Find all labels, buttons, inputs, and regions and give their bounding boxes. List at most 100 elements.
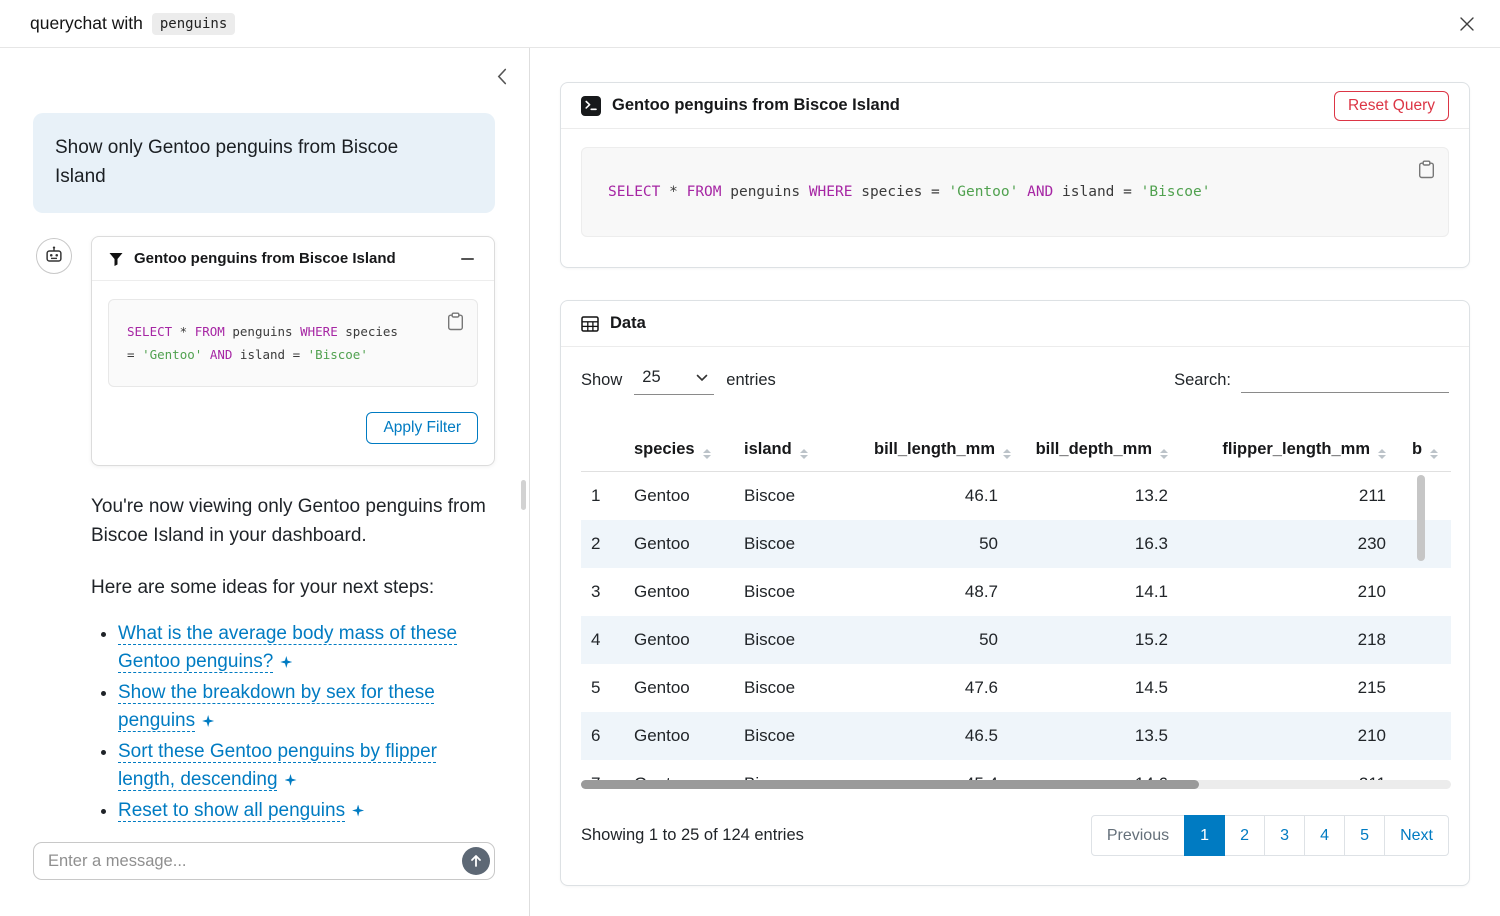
copy-sql-button[interactable]: [1378, 157, 1438, 182]
sql-query-text: SELECT * FROM penguins WHERE species = '…: [608, 184, 1210, 200]
copy-sql-button[interactable]: [444, 309, 467, 334]
sql-panel: SELECT * FROM penguins WHERE species = '…: [581, 147, 1449, 237]
clipboard-icon: [1418, 160, 1435, 179]
suggestion-item: Show the breakdown by sex for these peng…: [118, 679, 487, 736]
entries-select[interactable]: 25: [634, 365, 714, 395]
table-info: Showing 1 to 25 of 124 entries: [581, 826, 804, 845]
chevron-down-icon: [696, 374, 708, 382]
entries-select-value: 25: [642, 368, 660, 387]
user-message-text: Show only Gentoo penguins from Biscoe Is…: [55, 134, 440, 192]
minus-icon: [461, 258, 474, 261]
panel-resize-handle[interactable]: [521, 480, 526, 510]
table-row: 6GentooBiscoe46.513.5210: [581, 712, 1451, 760]
table-icon: [581, 315, 599, 333]
search-control: Search:: [1174, 367, 1449, 393]
suggestion-link[interactable]: What is the average body mass of these G…: [118, 623, 457, 673]
sparkle-icon: [202, 715, 214, 727]
horizontal-scrollbar[interactable]: [581, 780, 1451, 789]
message-composer: [33, 842, 495, 880]
sparkle-icon: [285, 774, 297, 786]
terminal-icon: [581, 96, 601, 116]
dataset-name-chip: penguins: [152, 13, 235, 35]
pagination-page-1[interactable]: 1: [1184, 815, 1225, 856]
sort-icon: [800, 449, 808, 459]
pagination-page-5[interactable]: 5: [1344, 815, 1385, 856]
collapse-card-button[interactable]: [457, 253, 478, 265]
assistant-message: You're now viewing only Gentoo penguins …: [91, 493, 487, 827]
search-input[interactable]: [1241, 367, 1449, 393]
close-icon: [1458, 15, 1476, 33]
sparkle-icon: [352, 805, 364, 817]
table-row: 1GentooBiscoe46.113.2211: [581, 472, 1451, 521]
search-label: Search:: [1174, 371, 1231, 390]
show-label: Show: [581, 371, 622, 390]
title-text: querychat with: [30, 13, 143, 34]
pagination: Previous12345Next: [1091, 815, 1449, 856]
col-header-flipper_length_mm[interactable]: flipper_length_mm: [1181, 427, 1399, 472]
table-row: 2GentooBiscoe5016.3230: [581, 520, 1451, 568]
filter-card-actions: Apply Filter: [92, 387, 494, 465]
pagination-previous[interactable]: Previous: [1091, 815, 1185, 856]
data-card-title: Data: [610, 314, 646, 333]
clipboard-icon: [447, 312, 464, 331]
data-card: Data Show 25 entries Search:: [560, 300, 1470, 886]
table-row: 4GentooBiscoe5015.2218: [581, 616, 1451, 664]
scrollbar-thumb[interactable]: [581, 780, 1199, 789]
collapse-sidebar-button[interactable]: [493, 64, 511, 89]
table-header-row: speciesislandbill_length_mmbill_depth_mm…: [581, 427, 1451, 472]
filter-card-title: Gentoo penguins from Biscoe Island: [134, 250, 447, 267]
sort-icon: [1160, 449, 1168, 459]
assistant-paragraph: You're now viewing only Gentoo penguins …: [91, 493, 487, 550]
table-footer: Showing 1 to 25 of 124 entries Previous1…: [581, 815, 1449, 856]
filter-card-header: Gentoo penguins from Biscoe Island: [92, 237, 494, 281]
sql-code-block: SELECT * FROM penguins WHERE species= 'G…: [108, 299, 478, 387]
col-header-island[interactable]: island: [731, 427, 861, 472]
filter-card: Gentoo penguins from Biscoe Island SELEC…: [91, 236, 495, 466]
entries-label: entries: [726, 371, 776, 390]
send-button[interactable]: [462, 847, 490, 875]
pagination-page-3[interactable]: 3: [1264, 815, 1305, 856]
message-input[interactable]: [33, 842, 495, 880]
user-message-bubble: Show only Gentoo penguins from Biscoe Is…: [33, 113, 495, 213]
arrow-up-icon: [469, 854, 483, 868]
page-title: querychat with penguins: [30, 13, 235, 35]
col-header-index: [581, 427, 621, 472]
suggestion-link[interactable]: Show the breakdown by sex for these peng…: [118, 682, 435, 732]
query-card: Gentoo penguins from Biscoe Island Reset…: [560, 82, 1470, 268]
suggestion-link[interactable]: Sort these Gentoo penguins by flipper le…: [118, 741, 437, 791]
sql-code-text: SELECT * FROM penguins WHERE species= 'G…: [127, 320, 459, 366]
suggestion-item: Sort these Gentoo penguins by flipper le…: [118, 738, 487, 795]
sort-icon: [1378, 449, 1386, 459]
apply-filter-button[interactable]: Apply Filter: [366, 412, 478, 444]
data-card-body: Show 25 entries Search: speciesis: [561, 347, 1469, 856]
pagination-next[interactable]: Next: [1384, 815, 1449, 856]
filter-icon: [108, 251, 124, 267]
data-card-header: Data: [561, 301, 1469, 347]
sparkle-icon: [280, 656, 292, 668]
sort-icon: [703, 449, 711, 459]
col-header-b[interactable]: b: [1399, 427, 1451, 472]
page-length-control: Show 25 entries: [581, 365, 776, 395]
robot-icon: [43, 245, 65, 267]
query-card-header: Gentoo penguins from Biscoe Island Reset…: [561, 83, 1469, 129]
pagination-page-4[interactable]: 4: [1304, 815, 1345, 856]
close-button[interactable]: [1452, 9, 1482, 39]
vertical-scrollbar[interactable]: [1417, 475, 1425, 561]
suggestion-link[interactable]: Reset to show all penguins: [118, 800, 364, 821]
dashboard-panel: Gentoo penguins from Biscoe Island Reset…: [531, 48, 1500, 916]
table-row: 5GentooBiscoe47.614.5215: [581, 664, 1451, 712]
app-window: querychat with penguins Show only Gentoo…: [0, 0, 1500, 916]
table-row: 3GentooBiscoe48.714.1210: [581, 568, 1451, 616]
pagination-page-2[interactable]: 2: [1224, 815, 1265, 856]
chevron-left-icon: [497, 68, 507, 85]
col-header-species[interactable]: species: [621, 427, 731, 472]
data-table: speciesislandbill_length_mmbill_depth_mm…: [581, 427, 1451, 793]
suggestion-item: What is the average body mass of these G…: [118, 620, 487, 677]
assistant-avatar: [36, 238, 72, 274]
reset-query-button[interactable]: Reset Query: [1334, 91, 1449, 121]
suggestion-item: Reset to show all penguins: [118, 797, 487, 826]
table-viewport: speciesislandbill_length_mmbill_depth_mm…: [581, 427, 1451, 793]
query-card-title: Gentoo penguins from Biscoe Island: [612, 96, 900, 115]
col-header-bill_depth_mm[interactable]: bill_depth_mm: [1011, 427, 1181, 472]
col-header-bill_length_mm[interactable]: bill_length_mm: [861, 427, 1011, 472]
